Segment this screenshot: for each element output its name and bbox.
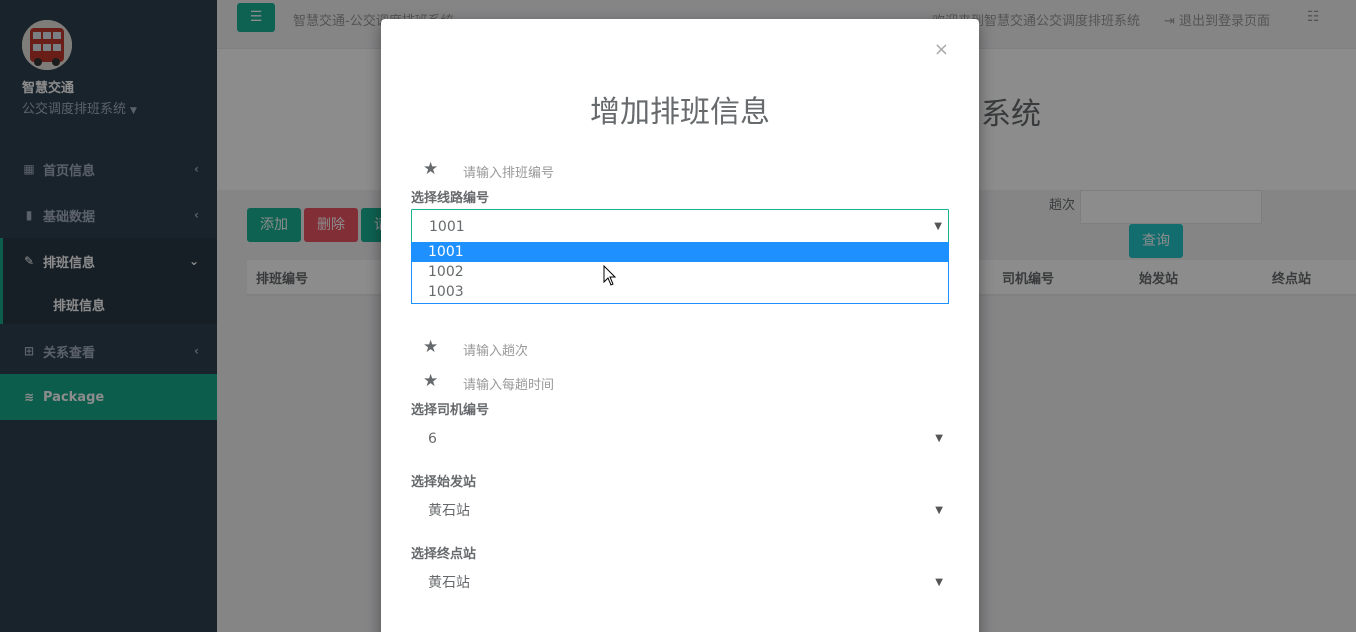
start-station-label: 选择始发站 bbox=[411, 475, 477, 490]
start-station-value: 黄石站 bbox=[428, 503, 470, 519]
star-icon: ★ bbox=[423, 159, 439, 179]
route-option[interactable]: 1003 bbox=[412, 282, 948, 302]
end-station-label: 选择终点站 bbox=[411, 547, 477, 562]
star-icon: ★ bbox=[423, 371, 439, 391]
route-label: 选择线路编号 bbox=[411, 191, 490, 206]
mouse-cursor-icon bbox=[603, 265, 617, 286]
route-select-value: 1001 bbox=[429, 219, 465, 235]
end-station-select[interactable]: 黄石站 ▼ bbox=[411, 566, 949, 600]
driver-select[interactable]: 6 ▼ bbox=[411, 422, 949, 456]
caret-down-icon: ▼ bbox=[934, 221, 942, 232]
close-icon[interactable]: × bbox=[934, 39, 949, 60]
caret-down-icon: ▼ bbox=[935, 577, 943, 588]
add-schedule-modal: × 增加排班信息 ★ 请输入排班编号 选择线路编号 1001 ▼ 1001 10… bbox=[381, 19, 979, 632]
star-icon: ★ bbox=[423, 337, 439, 357]
route-option[interactable]: 1002 bbox=[412, 262, 948, 282]
start-station-select[interactable]: 黄石站 ▼ bbox=[411, 494, 949, 528]
time-per-trip-input[interactable]: 请输入每趟时间 bbox=[463, 374, 554, 393]
route-dropdown-list: 1001 1002 1003 bbox=[411, 242, 949, 304]
caret-down-icon: ▼ bbox=[935, 433, 943, 444]
end-station-value: 黄石站 bbox=[428, 575, 470, 591]
trips-input[interactable]: 请输入趟次 bbox=[463, 340, 528, 359]
driver-label: 选择司机编号 bbox=[411, 403, 490, 418]
driver-select-value: 6 bbox=[428, 431, 437, 447]
schedule-no-input[interactable]: 请输入排班编号 bbox=[463, 162, 554, 181]
caret-down-icon: ▼ bbox=[935, 505, 943, 516]
route-option[interactable]: 1001 bbox=[412, 242, 948, 262]
modal-title: 增加排班信息 bbox=[590, 95, 770, 130]
route-select[interactable]: 1001 ▼ bbox=[411, 209, 949, 243]
